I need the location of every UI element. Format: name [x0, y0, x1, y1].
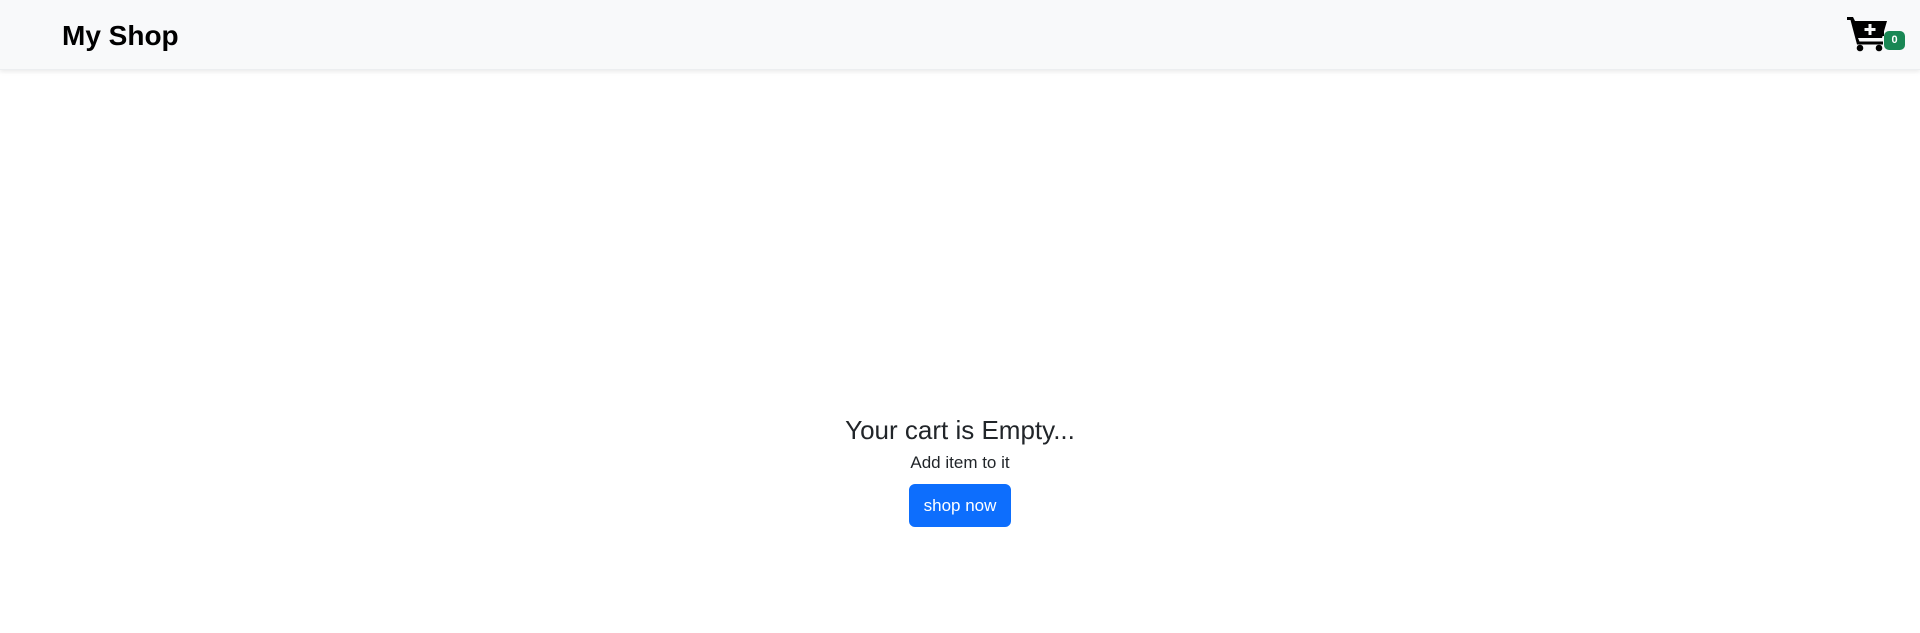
empty-cart-section: Your cart is Empty... Add item to it sho…	[0, 412, 1920, 527]
empty-cart-subtitle: Add item to it	[910, 453, 1010, 472]
cart-button[interactable]: 0	[1844, 14, 1906, 54]
navbar: My Shop 0	[0, 0, 1920, 70]
shop-now-button[interactable]: shop now	[908, 484, 1012, 527]
brand-link[interactable]: My Shop	[62, 18, 179, 54]
empty-cart-title: Your cart is Empty...	[845, 415, 1075, 445]
cart-count-badge: 0	[1884, 31, 1905, 50]
